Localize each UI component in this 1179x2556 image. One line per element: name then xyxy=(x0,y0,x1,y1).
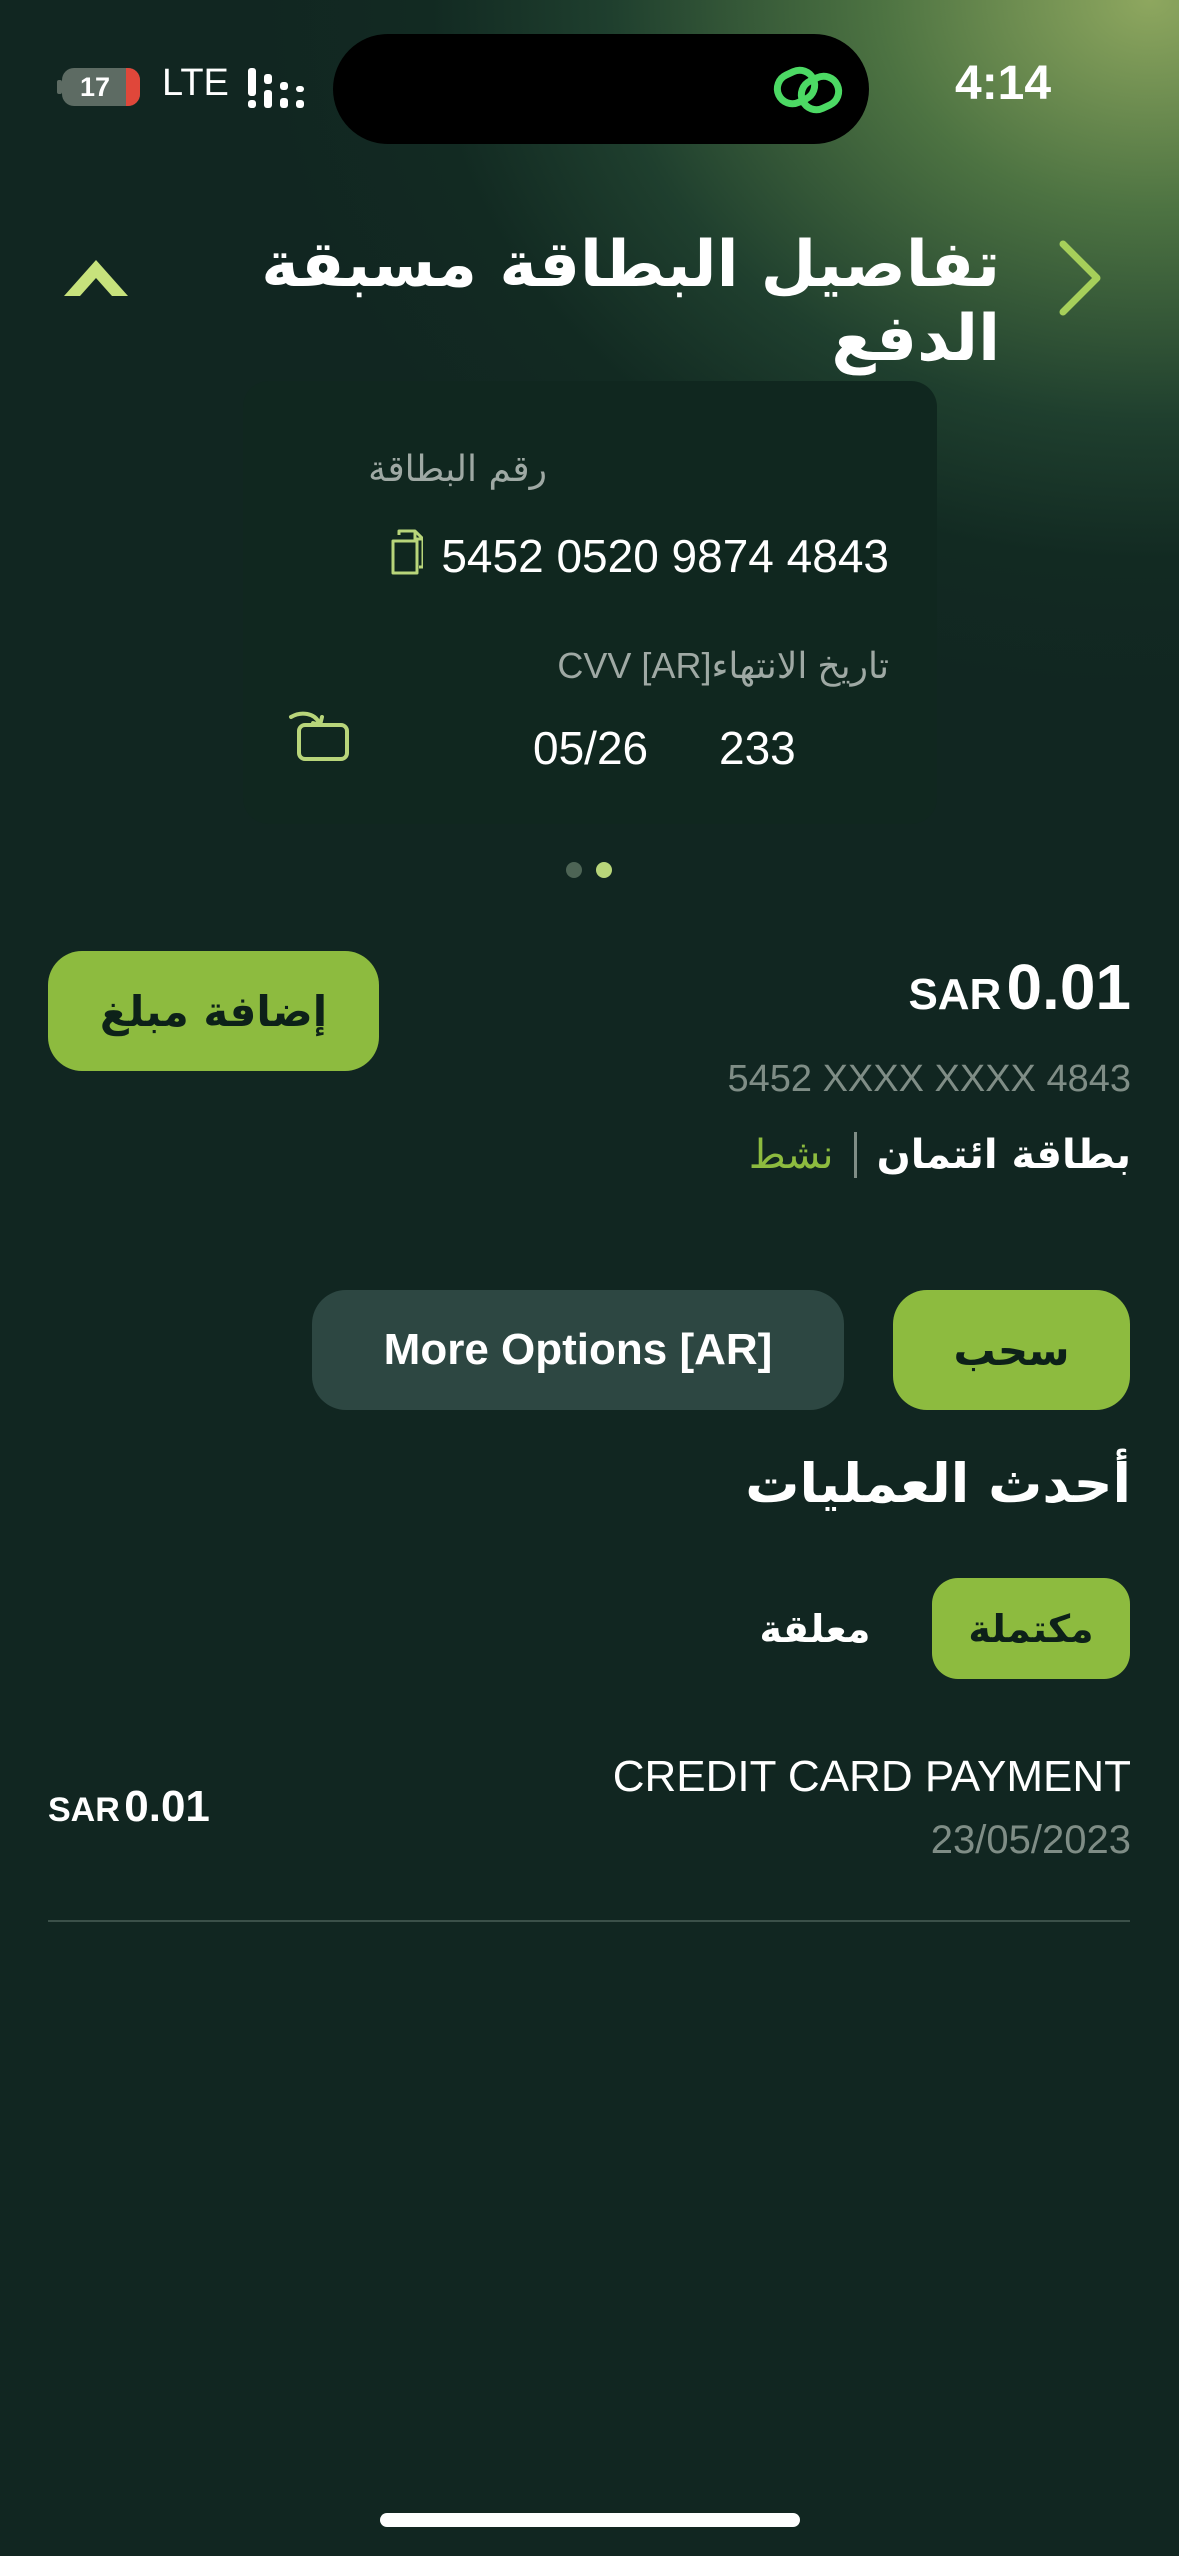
copy-icon[interactable] xyxy=(383,527,423,577)
card-type: بطاقة ائتمان xyxy=(876,1132,1131,1178)
chevron-right-icon[interactable] xyxy=(1055,238,1105,318)
page-indicator-dot[interactable] xyxy=(566,862,582,878)
transaction-divider xyxy=(48,1920,1130,1922)
balance-value: 0.01 xyxy=(1006,951,1131,1023)
tab-pending[interactable]: معلقة xyxy=(740,1578,890,1679)
card-number: 5452 0520 9874 4843 xyxy=(441,530,889,582)
add-funds-button[interactable]: إضافة مبلغ xyxy=(48,951,379,1071)
signal-icon xyxy=(248,68,304,108)
expiry-date: 05/26 xyxy=(533,722,649,774)
cvv-value: 233 xyxy=(719,722,796,774)
status-badge: نشط xyxy=(748,1132,834,1178)
more-options-button[interactable]: More Options [AR] xyxy=(312,1290,844,1410)
link-icon xyxy=(773,66,843,114)
battery-level: 17 xyxy=(79,71,111,102)
battery-indicator: 17 xyxy=(62,68,140,106)
flip-card-icon[interactable] xyxy=(287,709,355,765)
transaction-currency: SAR xyxy=(48,1791,120,1829)
prepaid-card[interactable]: رقم البطاقة 5452 0520 9874 4843 CVV [AR]… xyxy=(243,381,937,824)
battery-low-fill xyxy=(126,68,140,106)
card-number-label: رقم البطاقة xyxy=(368,449,547,490)
dynamic-island xyxy=(333,34,869,144)
card-status-row: نشط بطاقة ائتمان xyxy=(749,1132,1131,1178)
status-time: 4:14 xyxy=(955,57,1052,110)
network-type: LTE xyxy=(162,62,229,104)
transaction-amount: SAR 0.01 xyxy=(48,1782,210,1832)
transaction-value: 0.01 xyxy=(124,1782,210,1831)
transaction-date: 23/05/2023 xyxy=(930,1818,1131,1862)
divider xyxy=(853,1132,857,1178)
withdraw-button[interactable]: سحب xyxy=(893,1290,1130,1410)
page-indicator-dot-active[interactable] xyxy=(596,862,612,878)
balance-amount: SAR 0.01 xyxy=(908,950,1131,1024)
masked-card-number: 5452 XXXX XXXX 4843 xyxy=(727,1058,1131,1100)
expiry-cvv-label: CVV [AR]تاريخ الانتهاء xyxy=(557,645,889,686)
recent-transactions-title: أحدث العمليات xyxy=(745,1452,1131,1515)
transaction-name: CREDIT CARD PAYMENT xyxy=(612,1752,1131,1801)
home-indicator[interactable] xyxy=(380,2513,800,2527)
home-logo-icon[interactable] xyxy=(60,250,132,306)
tab-completed[interactable]: مكتملة xyxy=(932,1578,1130,1679)
page-title: تفاصيل البطاقة مسبقة الدفع xyxy=(261,228,1000,376)
balance-currency: SAR xyxy=(908,970,1002,1019)
